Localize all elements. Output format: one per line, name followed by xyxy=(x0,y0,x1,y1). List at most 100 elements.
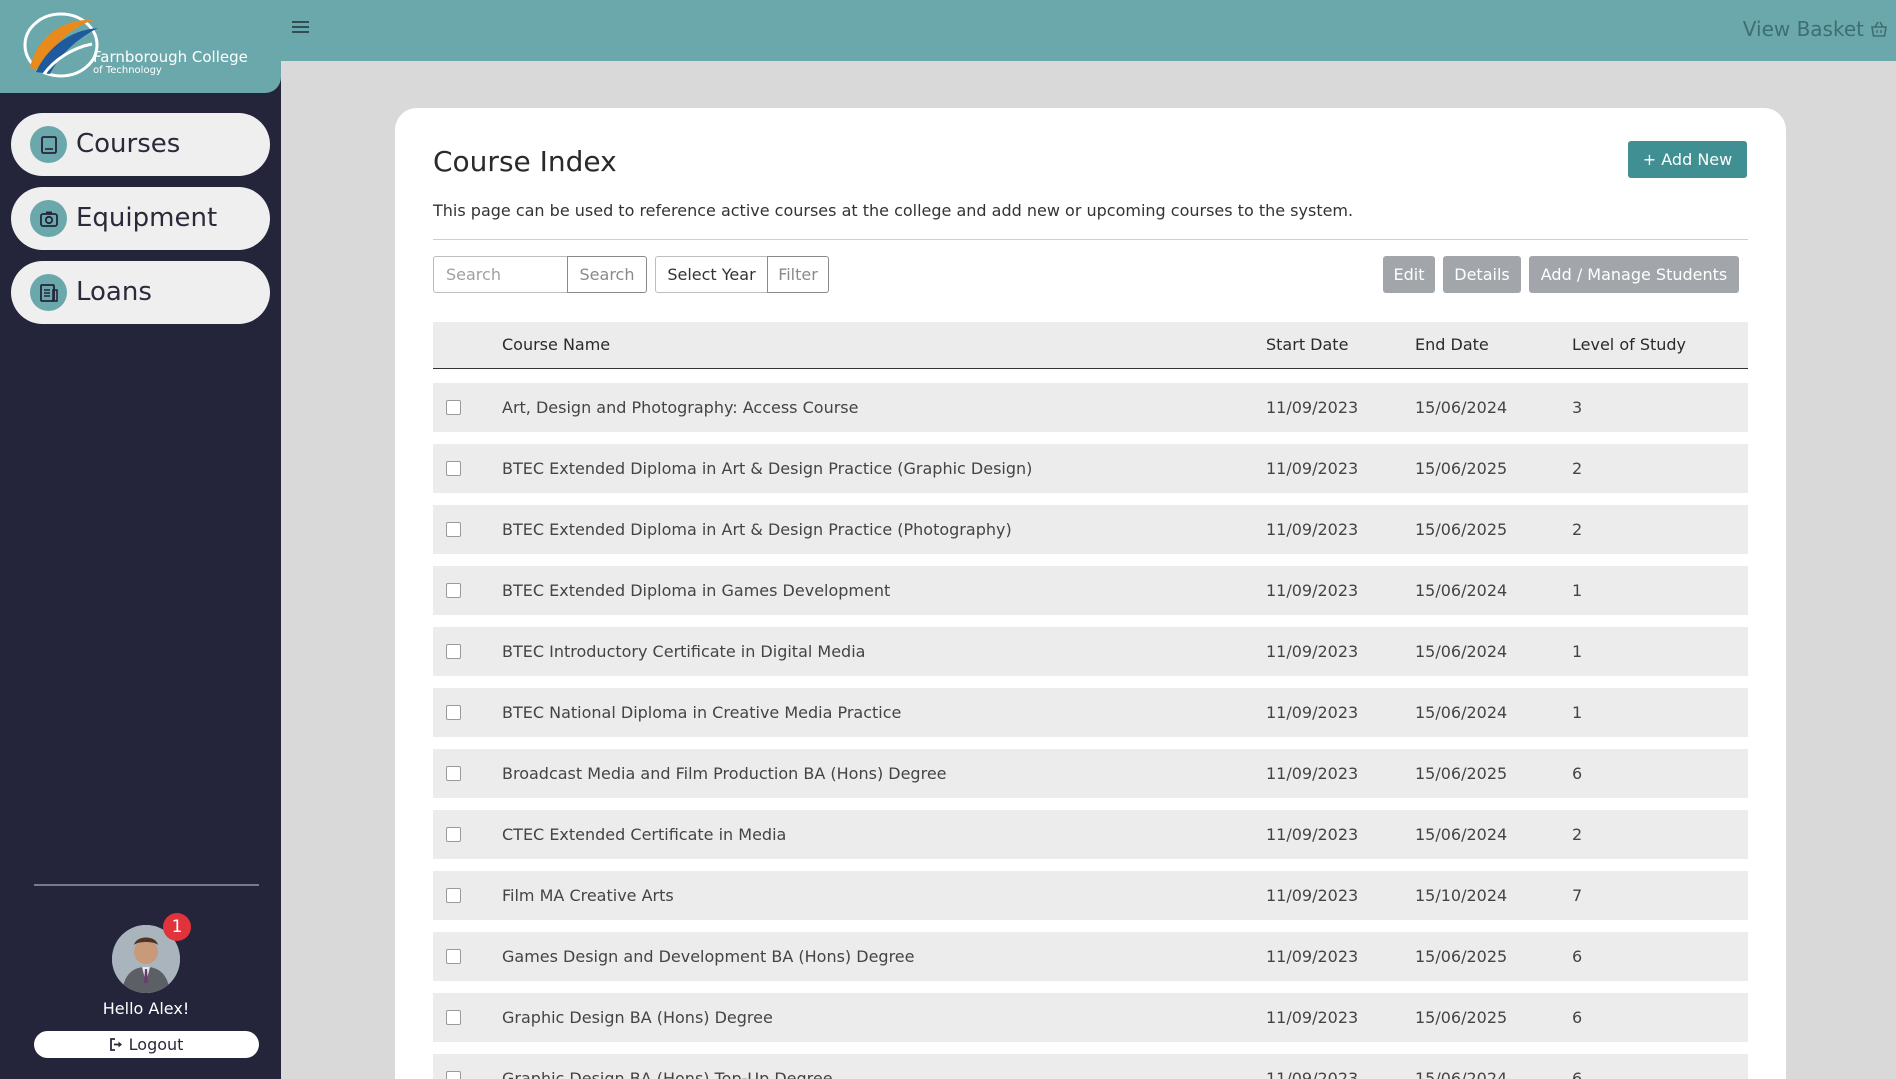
course-name-cell: Broadcast Media and Film Production BA (… xyxy=(502,764,947,783)
college-name: Farnborough College xyxy=(93,48,248,66)
table-row[interactable]: Games Design and Development BA (Hons) D… xyxy=(433,932,1748,981)
level-cell: 2 xyxy=(1572,825,1583,844)
book-icon xyxy=(30,126,67,163)
row-checkbox[interactable] xyxy=(446,400,461,415)
row-checkbox[interactable] xyxy=(446,1010,461,1025)
start-date-cell: 11/09/2023 xyxy=(1266,581,1359,600)
sidebar-item-equipment[interactable]: Equipment xyxy=(11,187,270,250)
end-date-cell: 15/06/2025 xyxy=(1415,459,1508,478)
course-name-cell: Graphic Design BA (Hons) Top-Up Degree xyxy=(502,1069,833,1079)
college-logo-icon xyxy=(23,12,99,78)
row-checkbox[interactable] xyxy=(446,522,461,537)
basket-icon xyxy=(1871,21,1887,37)
notification-badge[interactable]: 1 xyxy=(163,913,191,941)
start-date-cell: 11/09/2023 xyxy=(1266,764,1359,783)
end-date-cell: 15/06/2024 xyxy=(1415,1069,1508,1079)
table-row[interactable]: Graphic Design BA (Hons) Top-Up Degree 11… xyxy=(433,1054,1748,1079)
level-cell: 6 xyxy=(1572,947,1583,966)
end-date-cell: 15/06/2025 xyxy=(1415,947,1508,966)
table-row[interactable]: BTEC National Diploma in Creative Media … xyxy=(433,688,1748,737)
page-title: Course Index xyxy=(433,145,617,178)
top-bar: View Basket xyxy=(281,0,1896,61)
table-row[interactable]: Broadcast Media and Film Production BA (… xyxy=(433,749,1748,798)
page-description: This page can be used to reference activ… xyxy=(433,201,1354,220)
manage-students-button[interactable]: Add / Manage Students xyxy=(1529,256,1739,293)
header-course-name: Course Name xyxy=(502,335,611,354)
view-basket-label: View Basket xyxy=(1742,17,1864,41)
view-basket-button[interactable]: View Basket xyxy=(1743,17,1888,41)
start-date-cell: 11/09/2023 xyxy=(1266,825,1359,844)
table-row[interactable]: Film MA Creative Arts 11/09/2023 15/10/202… xyxy=(433,871,1748,920)
sidebar-item-label: Courses xyxy=(76,129,181,159)
course-name-cell: BTEC Extended Diploma in Art & Design Pr… xyxy=(502,459,1033,478)
sidebar: Farnborough College of Technology Course… xyxy=(0,0,281,1079)
logo-header: Farnborough College of Technology xyxy=(0,0,281,93)
course-name-cell: Film MA Creative Arts xyxy=(502,886,674,905)
table-header: Course Name Start Date End Date Level of… xyxy=(433,322,1748,369)
table-row[interactable]: BTEC Extended Diploma in Games Developme… xyxy=(433,566,1748,615)
course-name-cell: Graphic Design BA (Hons) Degree xyxy=(502,1008,773,1027)
sidebar-item-label: Equipment xyxy=(76,203,218,233)
add-new-button[interactable]: + Add New xyxy=(1628,141,1747,178)
header-start-date: Start Date xyxy=(1266,335,1349,354)
level-cell: 7 xyxy=(1572,886,1583,905)
level-cell: 2 xyxy=(1572,520,1583,539)
header-end-date: End Date xyxy=(1415,335,1489,354)
sidebar-item-loans[interactable]: Loans xyxy=(11,261,270,324)
sidebar-divider xyxy=(34,884,259,886)
course-name-cell: Games Design and Development BA (Hons) D… xyxy=(502,947,915,966)
search-input[interactable] xyxy=(433,256,568,293)
course-name-cell: CTEC Extended Certificate in Media xyxy=(502,825,787,844)
row-checkbox[interactable] xyxy=(446,461,461,476)
course-name-cell: Art, Design and Photography: Access Cour… xyxy=(502,398,859,417)
level-cell: 6 xyxy=(1572,764,1583,783)
row-checkbox[interactable] xyxy=(446,888,461,903)
table-row[interactable]: BTEC Introductory Certificate in Digital… xyxy=(433,627,1748,676)
table-row[interactable]: CTEC Extended Certificate in Media 11/09/… xyxy=(433,810,1748,859)
table-row[interactable]: BTEC Extended Diploma in Art & Design Pr… xyxy=(433,505,1748,554)
end-date-cell: 15/06/2024 xyxy=(1415,642,1508,661)
row-checkbox[interactable] xyxy=(446,1071,461,1079)
user-greeting: Hello Alex! xyxy=(102,999,190,1018)
level-cell: 2 xyxy=(1572,459,1583,478)
level-cell: 6 xyxy=(1572,1008,1583,1027)
row-checkbox[interactable] xyxy=(446,705,461,720)
start-date-cell: 11/09/2023 xyxy=(1266,459,1359,478)
details-button[interactable]: Details xyxy=(1443,256,1521,293)
hamburger-menu-icon[interactable] xyxy=(292,18,312,42)
sidebar-item-label: Loans xyxy=(76,277,152,307)
start-date-cell: 11/09/2023 xyxy=(1266,520,1359,539)
logout-button[interactable]: Logout xyxy=(34,1031,259,1058)
table-row[interactable]: Art, Design and Photography: Access Cour… xyxy=(433,383,1748,432)
search-button[interactable]: Search xyxy=(567,256,647,293)
end-date-cell: 15/06/2024 xyxy=(1415,825,1508,844)
level-cell: 1 xyxy=(1572,703,1583,722)
start-date-cell: 11/09/2023 xyxy=(1266,703,1359,722)
receipt-icon xyxy=(30,274,67,311)
start-date-cell: 11/09/2023 xyxy=(1266,947,1359,966)
level-cell: 1 xyxy=(1572,642,1583,661)
filter-button[interactable]: Filter xyxy=(767,256,829,293)
row-checkbox[interactable] xyxy=(446,766,461,781)
row-checkbox[interactable] xyxy=(446,949,461,964)
start-date-cell: 11/09/2023 xyxy=(1266,642,1359,661)
end-date-cell: 15/06/2024 xyxy=(1415,703,1508,722)
end-date-cell: 15/06/2024 xyxy=(1415,398,1508,417)
edit-button[interactable]: Edit xyxy=(1383,256,1435,293)
row-checkbox[interactable] xyxy=(446,644,461,659)
sidebar-item-courses[interactable]: Courses xyxy=(11,113,270,176)
camera-icon xyxy=(30,200,67,237)
row-checkbox[interactable] xyxy=(446,827,461,842)
start-date-cell: 11/09/2023 xyxy=(1266,1008,1359,1027)
level-cell: 1 xyxy=(1572,581,1583,600)
start-date-cell: 11/09/2023 xyxy=(1266,398,1359,417)
select-year-dropdown[interactable]: Select Year xyxy=(655,256,768,293)
end-date-cell: 15/06/2025 xyxy=(1415,764,1508,783)
table-row[interactable]: BTEC Extended Diploma in Art & Design Pr… xyxy=(433,444,1748,493)
header-level-of-study: Level of Study xyxy=(1572,335,1687,354)
course-name-cell: BTEC Extended Diploma in Games Developme… xyxy=(502,581,891,600)
start-date-cell: 11/09/2023 xyxy=(1266,1069,1359,1079)
table-row[interactable]: Graphic Design BA (Hons) Degree 11/09/202… xyxy=(433,993,1748,1042)
row-checkbox[interactable] xyxy=(446,583,461,598)
divider xyxy=(433,239,1748,240)
